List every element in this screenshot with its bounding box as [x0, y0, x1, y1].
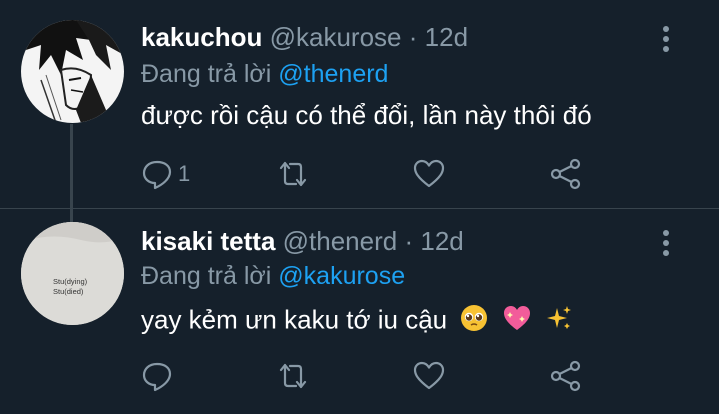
replying-to: Đang trả lời @kakurose	[141, 262, 405, 291]
tweet-text: được rồi cậu có thể đổi, lần này thôi đó	[141, 100, 592, 130]
reply-icon	[142, 160, 172, 190]
shirt-text-line-1: Stu(dying)	[53, 277, 88, 286]
reply-button[interactable]	[140, 356, 174, 396]
tweet-text: yay kẻm ưn kaku tớ iu cậu	[141, 304, 448, 335]
share-button[interactable]	[549, 356, 583, 396]
replying-to-label: Đang trả lời	[141, 60, 272, 88]
tweet-text-row: yay kẻm ưn kaku tớ iu cậu	[141, 304, 573, 339]
share-button[interactable]	[549, 154, 583, 194]
manga-avatar-image	[21, 20, 124, 123]
replying-to-mention[interactable]: @kakurose	[278, 262, 405, 290]
replying-to-mention[interactable]: @thenerd	[278, 60, 388, 88]
sparkles-emoji	[545, 304, 573, 339]
retweet-button[interactable]	[276, 154, 310, 194]
replying-to: Đang trả lời @thenerd	[141, 60, 388, 89]
heart-icon	[413, 159, 445, 188]
shirt-text-line-2: Stu(died)	[53, 287, 84, 296]
tweet-1-header: kakuchou @kakurose · 12d	[141, 22, 468, 53]
retweet-icon	[279, 363, 307, 389]
reply-icon	[142, 362, 172, 392]
avatar-kakuchou[interactable]	[21, 20, 124, 123]
more-options-icon[interactable]	[658, 26, 674, 56]
heart-icon	[413, 361, 445, 390]
tweet-1-actions: 1	[0, 154, 719, 194]
tweet-2-header: kisaki tetta @thenerd · 12d	[141, 226, 464, 257]
user-handle[interactable]: @thenerd	[283, 226, 398, 256]
display-name[interactable]: kakuchou	[141, 22, 262, 52]
pleading-face-emoji	[460, 304, 488, 339]
share-icon	[550, 158, 581, 190]
share-icon	[550, 360, 581, 392]
tweet-2-actions	[0, 356, 719, 396]
timestamp[interactable]: 12d	[420, 226, 463, 256]
avatar-kisaki-tetta[interactable]: Stu(dying) Stu(died)	[21, 222, 124, 325]
display-name[interactable]: kisaki tetta	[141, 226, 275, 256]
like-button[interactable]	[412, 356, 446, 396]
reply-count: 1	[178, 161, 191, 186]
replying-to-label: Đang trả lời	[141, 262, 272, 290]
user-handle[interactable]: @kakurose	[270, 22, 402, 52]
retweet-icon	[279, 161, 307, 187]
separator-dot: ·	[408, 22, 418, 52]
separator-dot: ·	[404, 226, 414, 256]
retweet-button[interactable]	[276, 356, 310, 396]
more-options-icon[interactable]	[658, 230, 674, 260]
timestamp[interactable]: 12d	[425, 22, 468, 52]
like-button[interactable]	[412, 154, 446, 194]
sparkling-heart-emoji	[502, 304, 532, 339]
reply-button[interactable]: 1	[140, 154, 190, 194]
shirt-avatar-image: Stu(dying) Stu(died)	[21, 222, 124, 325]
